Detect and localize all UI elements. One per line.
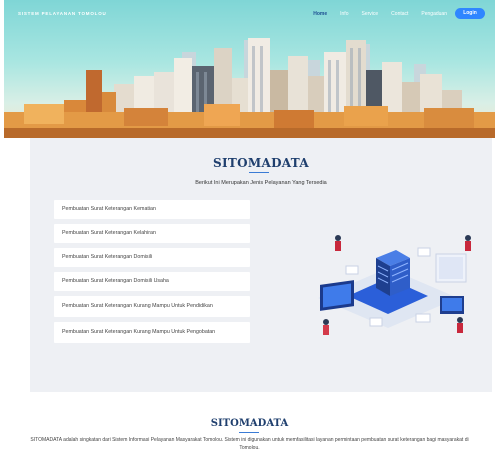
top-navbar: SISTEM PELAYANAN TOMOLOU Home Info Servi… (4, 0, 495, 26)
services-subtitle: Berikut Ini Merupakan Jenis Pelayanan Ya… (195, 180, 327, 186)
nav-link-service[interactable]: Service (361, 11, 378, 17)
service-item-domisili-usaha[interactable]: Pembuatan Surat Keterangan Domisili Usah… (54, 272, 250, 291)
services-section: SITOMADATA Berikut Ini Merupakan Jenis P… (30, 138, 492, 392)
service-item-kematian[interactable]: Pembuatan Surat Keterangan Kematian (54, 200, 250, 219)
login-button[interactable]: Login (455, 8, 485, 19)
nav-link-info[interactable]: Info (340, 11, 348, 17)
about-title-divider (239, 432, 259, 433)
nav-links: Home Info Service Contact Pengaduan (313, 11, 447, 17)
service-item-domisili[interactable]: Pembuatan Surat Keterangan Domisili (54, 248, 250, 267)
nav-link-contact[interactable]: Contact (391, 11, 408, 17)
services-title-divider (249, 172, 269, 173)
nav-link-home[interactable]: Home (313, 11, 327, 17)
service-item-kurang-mampu-pendidikan[interactable]: Pembuatan Surat Keterangan Kurang Mampu … (54, 296, 250, 317)
service-item-kelahiran[interactable]: Pembuatan Surat Keterangan Kelahiran (54, 224, 250, 243)
nav-link-pengaduan[interactable]: Pengaduan (421, 11, 447, 17)
site-brand[interactable]: SISTEM PELAYANAN TOMOLOU (18, 11, 107, 16)
services-title: SITOMADATA (213, 156, 309, 170)
about-description: SITOMADATA adalah singkatan dari Sistem … (30, 437, 469, 451)
hero-banner: SISTEM PELAYANAN TOMOLOU Home Info Servi… (4, 0, 495, 138)
data-center-illustration (318, 235, 471, 335)
about-title: SITOMADATA (210, 418, 289, 429)
service-list: Pembuatan Surat Keterangan Kematian Pemb… (54, 200, 250, 348)
service-item-kurang-mampu-pengobatan[interactable]: Pembuatan Surat Keterangan Kurang Mampu … (54, 322, 250, 343)
